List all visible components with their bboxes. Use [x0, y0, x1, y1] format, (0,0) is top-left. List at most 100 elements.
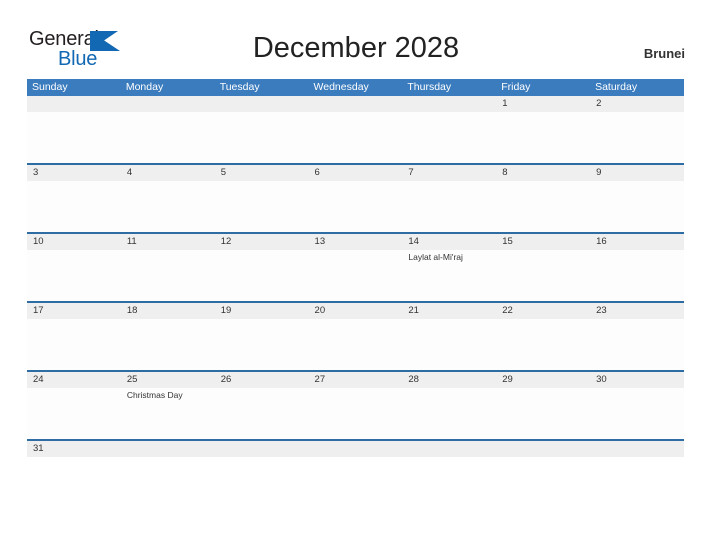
- calendar-week-row: 12: [27, 96, 684, 163]
- day-cell-empty: [402, 96, 496, 112]
- day-event-cell: [590, 319, 684, 370]
- day-number-5[interactable]: 5: [215, 165, 309, 181]
- day-number-28[interactable]: 28: [402, 372, 496, 388]
- day-number-30[interactable]: 30: [590, 372, 684, 388]
- country-label: Brunei: [643, 46, 685, 61]
- weekday-header-monday: Monday: [125, 81, 164, 93]
- day-event-strip: Christmas Day: [27, 388, 684, 439]
- weekday-header-sunday: Sunday: [32, 81, 68, 93]
- day-number-8[interactable]: 8: [496, 165, 590, 181]
- day-event-cell: [496, 250, 590, 301]
- day-event-strip: [27, 112, 684, 163]
- day-event-cell: [590, 388, 684, 439]
- day-number-19[interactable]: 19: [215, 303, 309, 319]
- day-cell-empty: [402, 441, 496, 457]
- day-cell-empty: [590, 441, 684, 457]
- day-number-4[interactable]: 4: [121, 165, 215, 181]
- day-event-cell: [215, 388, 309, 439]
- calendar-weeks: 1 2 3 4 5 6 7 8 9 10 11 12 13 14 15 16 Laylat al-Mi'raj 1…: [27, 96, 684, 470]
- day-event-strip: [27, 319, 684, 370]
- day-event-cell: [121, 112, 215, 163]
- calendar-week-row: 24 25 26 27 28 29 30 Christmas Day: [27, 370, 684, 439]
- day-event-cell: [309, 388, 403, 439]
- day-event-cell: [402, 181, 496, 232]
- day-number-18[interactable]: 18: [121, 303, 215, 319]
- day-number-10[interactable]: 10: [27, 234, 121, 250]
- day-number-strip: 31: [27, 441, 684, 457]
- day-number-22[interactable]: 22: [496, 303, 590, 319]
- calendar-week-row: 10 11 12 13 14 15 16 Laylat al-Mi'raj: [27, 232, 684, 301]
- day-cell-empty: [309, 96, 403, 112]
- day-number-strip: 12: [27, 96, 684, 112]
- day-number-25[interactable]: 25: [121, 372, 215, 388]
- day-number-14[interactable]: 14: [402, 234, 496, 250]
- day-number-9[interactable]: 9: [590, 165, 684, 181]
- day-cell-empty: [496, 441, 590, 457]
- day-number-24[interactable]: 24: [27, 372, 121, 388]
- day-number-12[interactable]: 12: [215, 234, 309, 250]
- day-number-6[interactable]: 6: [309, 165, 403, 181]
- day-event-cell: [496, 319, 590, 370]
- day-event-cell: [309, 112, 403, 163]
- day-event-cell: [215, 181, 309, 232]
- day-number-strip: 24 25 26 27 28 29 30: [27, 372, 684, 388]
- weekday-header-wednesday: Wednesday: [313, 81, 369, 93]
- day-event-cell: [27, 112, 121, 163]
- day-number-26[interactable]: 26: [215, 372, 309, 388]
- day-cell-empty: [309, 441, 403, 457]
- day-event-cell: [215, 250, 309, 301]
- day-event-cell: [121, 250, 215, 301]
- day-event-cell: [402, 319, 496, 370]
- day-event-cell: [27, 181, 121, 232]
- day-number-1[interactable]: 1: [496, 96, 590, 112]
- weekday-header-tuesday: Tuesday: [219, 81, 260, 93]
- calendar-week-row: 3456789: [27, 163, 684, 232]
- weekday-header-row: Sunday Monday Tuesday Wednesday Thursday Frid…: [27, 79, 684, 96]
- day-number-15[interactable]: 15: [496, 234, 590, 250]
- day-cell-empty: [215, 96, 309, 112]
- weekday-header-friday: Friday: [501, 81, 531, 93]
- day-cell-empty: [121, 96, 215, 112]
- day-number-3[interactable]: 3: [27, 165, 121, 181]
- day-number-16[interactable]: 16: [590, 234, 684, 250]
- day-number-20[interactable]: 20: [309, 303, 403, 319]
- day-event-cell: [121, 181, 215, 232]
- day-event-strip: Laylat al-Mi'raj: [27, 250, 684, 301]
- page-header: General Blue December 2028 Brunei: [0, 0, 712, 72]
- holiday-label: Laylat al-Mi'raj: [408, 252, 463, 262]
- weekday-header-saturday: Saturday: [595, 81, 638, 93]
- page-title: December 2028: [252, 32, 460, 64]
- day-number-11[interactable]: 11: [121, 234, 215, 250]
- day-event-cell: [496, 112, 590, 163]
- day-event-cell: [27, 388, 121, 439]
- day-event-cell: [590, 112, 684, 163]
- day-event-cell: [496, 388, 590, 439]
- day-event-cell: [590, 250, 684, 301]
- day-number-21[interactable]: 21: [402, 303, 496, 319]
- day-number-31[interactable]: 31: [27, 441, 121, 457]
- day-event-cell: [309, 250, 403, 301]
- day-event-cell: [309, 319, 403, 370]
- day-event-cell: [27, 319, 121, 370]
- day-cell-empty: [27, 96, 121, 112]
- holiday-label: Christmas Day: [126, 390, 183, 400]
- day-number-23[interactable]: 23: [590, 303, 684, 319]
- day-number-17[interactable]: 17: [27, 303, 121, 319]
- day-number-27[interactable]: 27: [309, 372, 403, 388]
- day-event-cell: [215, 319, 309, 370]
- day-number-7[interactable]: 7: [402, 165, 496, 181]
- day-number-29[interactable]: 29: [496, 372, 590, 388]
- day-event-cell: [309, 181, 403, 232]
- calendar-week-row: 17 18 19 20 21 22 23: [27, 301, 684, 370]
- day-number-strip: 17 18 19 20 21 22 23: [27, 303, 684, 319]
- day-event-cell: Christmas Day: [121, 388, 215, 439]
- day-event-cell: [496, 181, 590, 232]
- day-cell-empty: [121, 441, 215, 457]
- day-cell-empty: [215, 441, 309, 457]
- day-event-cell: [27, 250, 121, 301]
- calendar-grid: Sunday Monday Tuesday Wednesday Thursday Frid…: [27, 79, 684, 470]
- day-number-13[interactable]: 13: [309, 234, 403, 250]
- day-number-strip: 10 11 12 13 14 15 16: [27, 234, 684, 250]
- day-event-cell: [402, 388, 496, 439]
- day-number-2[interactable]: 2: [590, 96, 684, 112]
